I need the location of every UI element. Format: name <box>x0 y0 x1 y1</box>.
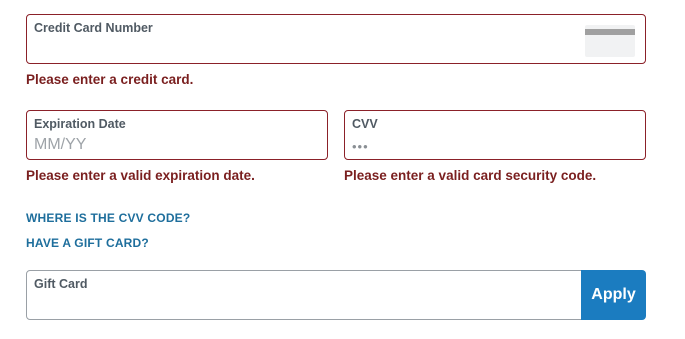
cvv-help-link[interactable]: WHERE IS THE CVV CODE? <box>26 211 190 225</box>
expiration-date-error: Please enter a valid expiration date. <box>26 168 255 183</box>
credit-card-icon <box>585 25 635 57</box>
card-number-label: Credit Card Number <box>34 21 153 35</box>
apply-button[interactable]: Apply <box>581 270 646 320</box>
cvv-label: CVV <box>352 117 378 131</box>
expiration-date-label: Expiration Date <box>34 117 126 131</box>
gift-card-label: Gift Card <box>34 277 88 291</box>
expiration-date-input[interactable] <box>34 134 319 156</box>
expiration-date-field[interactable]: Expiration Date <box>26 110 328 160</box>
gift-card-input[interactable] <box>34 294 574 316</box>
card-number-field[interactable]: Credit Card Number <box>26 14 646 64</box>
cvv-field[interactable]: CVV <box>344 110 646 160</box>
cvv-error: Please enter a valid card security code. <box>344 168 597 183</box>
cvv-input[interactable] <box>352 135 637 157</box>
card-number-error: Please enter a credit card. <box>26 72 194 87</box>
gift-card-field[interactable]: Gift Card <box>26 270 583 320</box>
card-number-input[interactable] <box>34 38 637 60</box>
gift-card-link[interactable]: HAVE A GIFT CARD? <box>26 236 149 250</box>
